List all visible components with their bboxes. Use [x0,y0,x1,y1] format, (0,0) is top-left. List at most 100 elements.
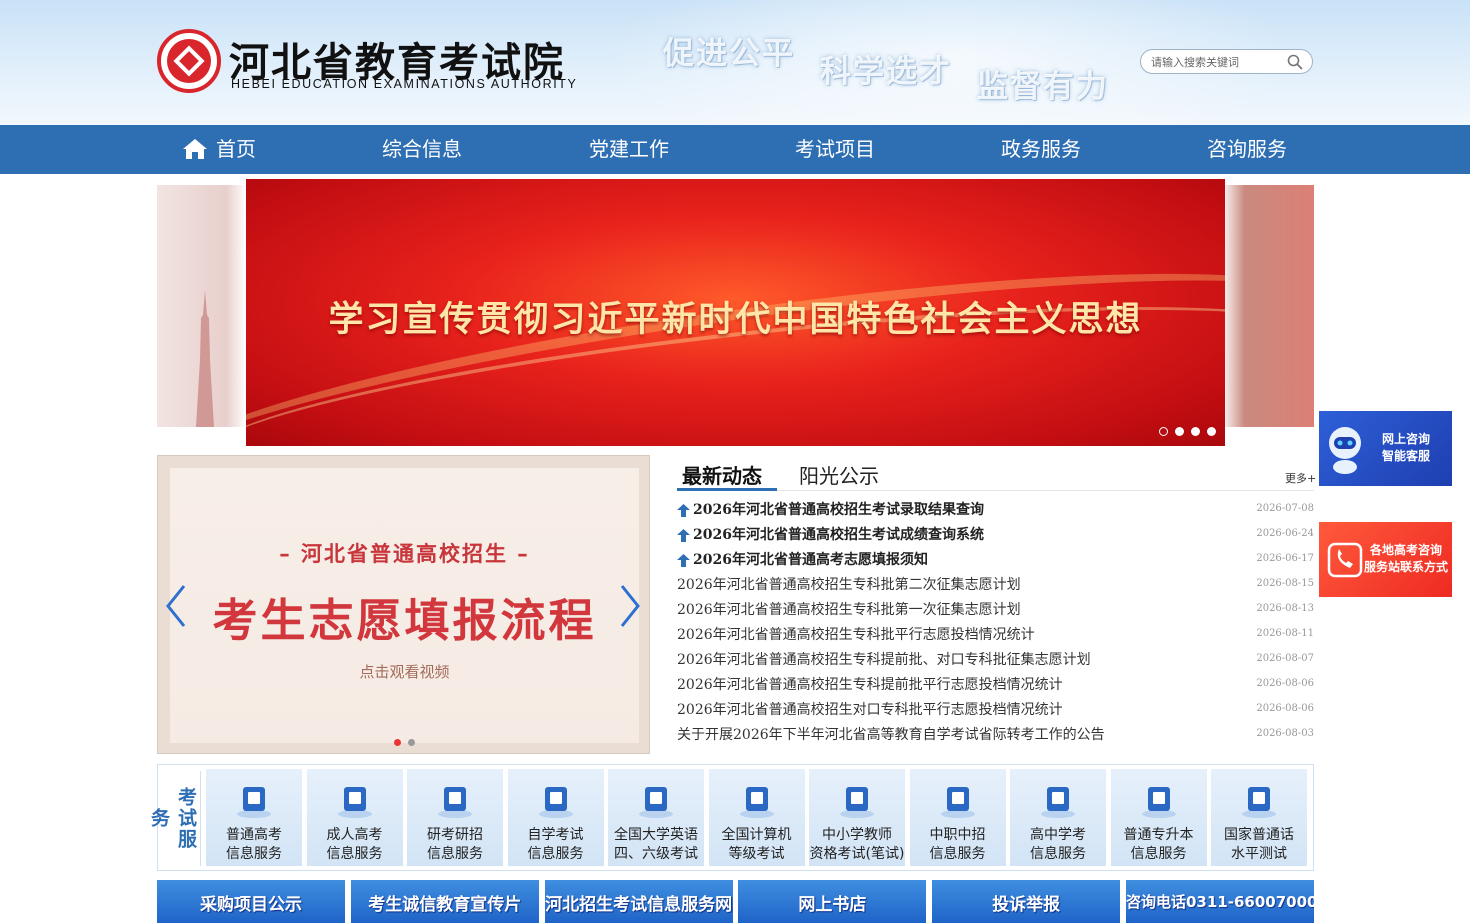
news-title[interactable]: 2026年河北省普通高校招生专科提前批、对口专科批征集志愿计划 [677,650,1091,670]
news-item[interactable]: 关于开展2026年下半年河北省高等教育自学考试省际转考工作的公告 2026-08-… [677,725,1314,750]
service-card[interactable]: 自学考试 信息服务 [507,769,604,866]
service-line1: 成人高考 [326,827,383,843]
news-item[interactable]: 2026年河北省普通高校招生专科批平行志愿投档情况统计 2026-08-11 [677,625,1314,650]
service-card[interactable]: 成人高考 信息服务 [306,769,403,866]
service-line2: 水平测试 [1231,846,1287,862]
bottom-link-banner[interactable]: 咨询电话0311-66007000 [1126,880,1314,923]
video-carousel[interactable]: – 河北省普通高校招生 – 考生志愿填报流程 点击观看视频 [157,455,650,754]
bottom-link-label: 河北招生考试信息服务网 [545,895,733,915]
nav-general-info[interactable]: 综合信息 [382,125,462,174]
service-card[interactable]: 高中学考 信息服务 [1010,769,1106,866]
service-line1: 研考研招 [427,827,483,843]
nav-home-label: 首页 [216,137,256,161]
service-card[interactable]: 全国计算机 等级考试 [708,769,805,866]
service-card[interactable]: 中职中招 信息服务 [909,769,1006,866]
chevron-right-icon[interactable] [618,584,642,628]
hebei-education-emblem-icon[interactable] [157,29,221,93]
bottom-link-label: 采购项目公示 [200,895,302,915]
news-item[interactable]: 2026年河北省普通高校招生考试成绩查询系统 2026-06-24 [677,525,1314,550]
tower-illustration [196,290,214,427]
service-card[interactable]: 普通高考 信息服务 [206,769,302,866]
banner-dot-1[interactable] [1159,427,1168,436]
news-item[interactable]: 2026年河北省普通高校招生专科批第二次征集志愿计划 2026-08-15 [677,575,1314,600]
service-line1: 高中学考 [1030,827,1086,843]
video-dot-1[interactable] [394,739,401,746]
nav-home[interactable]: 首页 [182,125,256,174]
bottom-link-banner[interactable]: 河北招生考试信息服务网 [544,880,733,923]
news-item[interactable]: 2026年河北省普通高校招生专科提前批、对口专科批征集志愿计划 2026-08-0… [677,650,1314,675]
service-card[interactable]: 普通专升本 信息服务 [1110,769,1207,866]
nav-exam-projects[interactable]: 考试项目 [795,125,875,174]
consult-station-text: 各地高考咨询 服务站联系方式 [1363,542,1449,576]
video-dot-2[interactable] [408,739,415,746]
chevron-left-icon[interactable] [164,584,188,628]
news-item[interactable]: 2026年河北省普通高校招生考试录取结果查询 2026-07-08 [677,500,1314,525]
news-title[interactable]: 2026年河北省普通高校招生专科批第二次征集志愿计划 [677,575,1021,595]
service-card[interactable]: 全国大学英语 四、六级考试 [608,769,704,866]
bottom-link-banner[interactable]: 考生诚信教育宣传片 [350,880,539,923]
tab-public-notice[interactable]: 阳光公示 [799,460,879,489]
service-card[interactable]: 国家普通话 水平测试 [1211,769,1307,866]
news-date: 2026-08-03 [1256,728,1314,739]
bottom-link-banner[interactable]: 网上书店 [738,880,927,923]
service-card[interactable]: 中小学教师 资格考试(笔试) [809,769,905,866]
reader-icon [538,787,573,818]
banner-dot-2[interactable] [1175,427,1184,436]
video-hint[interactable]: 点击观看视频 [158,661,649,682]
news-item[interactable]: 2026年河北省普通高校招生专科提前批平行志愿投档情况统计 2026-08-06 [677,675,1314,700]
nav-consulting[interactable]: 咨询服务 [1207,125,1287,174]
search-input[interactable] [1151,54,1281,70]
ai-consult-line2: 智能客服 [1381,449,1430,463]
service-line1: 全国计算机 [721,827,792,843]
news-title[interactable]: 2026年河北省普通高校招生专科提前批平行志愿投档情况统计 [677,675,1063,695]
banner-dot-4[interactable] [1207,427,1216,436]
news-title[interactable]: 2026年河北省普通高校招生考试成绩查询系统 [693,525,984,545]
services-label: 考试服务 [148,786,197,850]
news-date: 2026-08-13 [1256,603,1314,614]
news-title[interactable]: 2026年河北省普通高校招生专科批第一次征集志愿计划 [677,600,1021,620]
robot-assistant-icon [1329,427,1361,474]
bottom-links: 采购项目公示 考生诚信教育宣传片 河北招生考试信息服务网 网上书店 投诉举报 咨询电话03… [157,880,1314,923]
more-link[interactable]: 更多+ [1285,470,1316,486]
news-item[interactable]: 2026年河北省普通高校招生对口专科批平行志愿投档情况统计 2026-08-06 [677,700,1314,725]
news-title[interactable]: 2026年河北省普通高校招生考试录取结果查询 [693,500,984,520]
notebook-icon [337,787,372,818]
news-date: 2026-08-06 [1256,703,1314,714]
consult-station-button[interactable]: 各地高考咨询 服务站联系方式 [1319,522,1452,597]
news-date: 2026-06-24 [1256,528,1314,539]
home-icon [183,138,207,159]
news-date: 2026-06-17 [1256,553,1314,564]
news-title[interactable]: 关于开展2026年下半年河北省高等教育自学考试省际转考工作的公告 [677,725,1105,745]
bottom-link-banner[interactable]: 采购项目公示 [157,880,345,923]
news-title[interactable]: 2026年河北省普通高校招生专科批平行志愿投档情况统计 [677,625,1035,645]
service-line1: 国家普通话 [1224,827,1294,843]
slogan-1: 促进公平 [663,36,795,72]
service-line2: 信息服务 [427,846,483,862]
bottom-link-label: 投诉举报 [992,895,1061,915]
hero-banner[interactable]: 学习宣传贯彻习近平新时代中国特色社会主义思想 [246,179,1225,446]
service-card[interactable]: 研考研招 信息服务 [407,769,503,866]
news-item[interactable]: 2026年河北省普通高考志愿填报须知 2026-06-17 [677,550,1314,575]
consult-station-line1: 各地高考咨询 [1369,543,1442,557]
news-date: 2026-07-08 [1256,503,1314,514]
phone-icon [1327,542,1363,578]
services-divider [200,771,201,866]
ai-consult-line1: 网上咨询 [1381,432,1430,446]
ai-consult-button[interactable]: 网上咨询 智能客服 [1319,411,1452,486]
banner-dot-3[interactable] [1191,427,1200,436]
video-subtitle: – 河北省普通高校招生 – [279,542,530,566]
bottom-link-banner[interactable]: 投诉举报 [932,880,1121,923]
pinned-arrow-icon [677,504,690,517]
bottom-link-label: 咨询电话0311-66007000 [1126,893,1314,911]
magnifier-icon[interactable] [1287,54,1303,70]
tab-latest-news[interactable]: 最新动态 [682,460,762,489]
news-title[interactable]: 2026年河北省普通高校招生对口专科批平行志愿投档情况统计 [677,700,1063,720]
letter-a-icon [639,787,673,818]
video-title: 考生志愿填报流程 [212,594,597,647]
nav-government-services[interactable]: 政务服务 [1001,125,1081,174]
slogan-2: 科学选才 [820,54,952,90]
news-item[interactable]: 2026年河北省普通高校招生专科批第一次征集志愿计划 2026-08-13 [677,600,1314,625]
service-line2: 四、六级考试 [614,846,698,862]
nav-party-building[interactable]: 党建工作 [589,125,669,174]
news-title[interactable]: 2026年河北省普通高考志愿填报须知 [693,550,928,570]
